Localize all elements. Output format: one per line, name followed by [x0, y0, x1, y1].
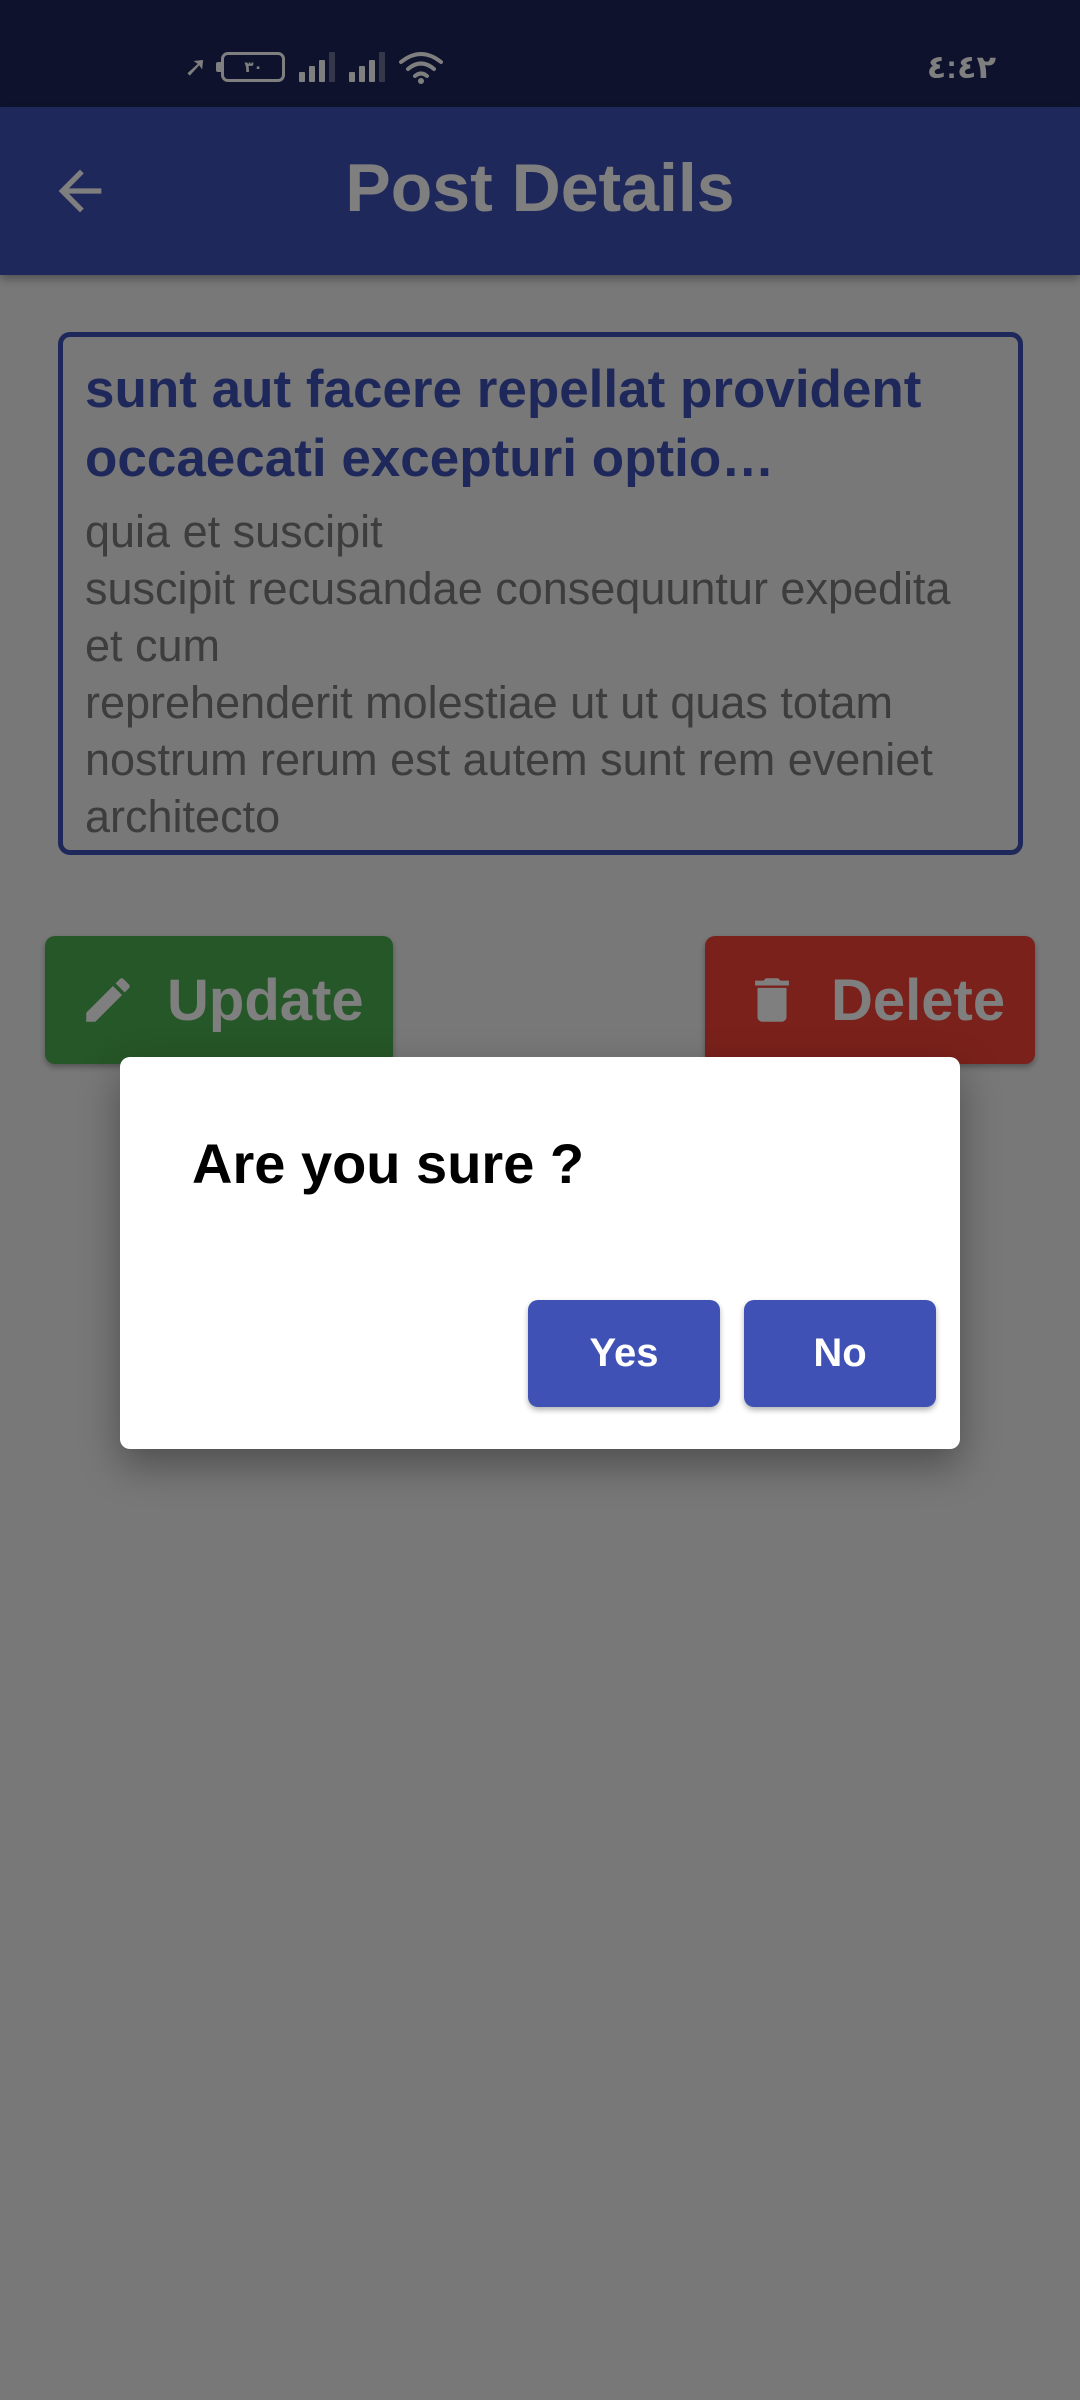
confirm-dialog: Are you sure ? Yes No: [120, 1057, 960, 1449]
dialog-title: Are you sure ?: [192, 1132, 585, 1195]
yes-button[interactable]: Yes: [528, 1300, 720, 1407]
no-button[interactable]: No: [744, 1300, 936, 1407]
